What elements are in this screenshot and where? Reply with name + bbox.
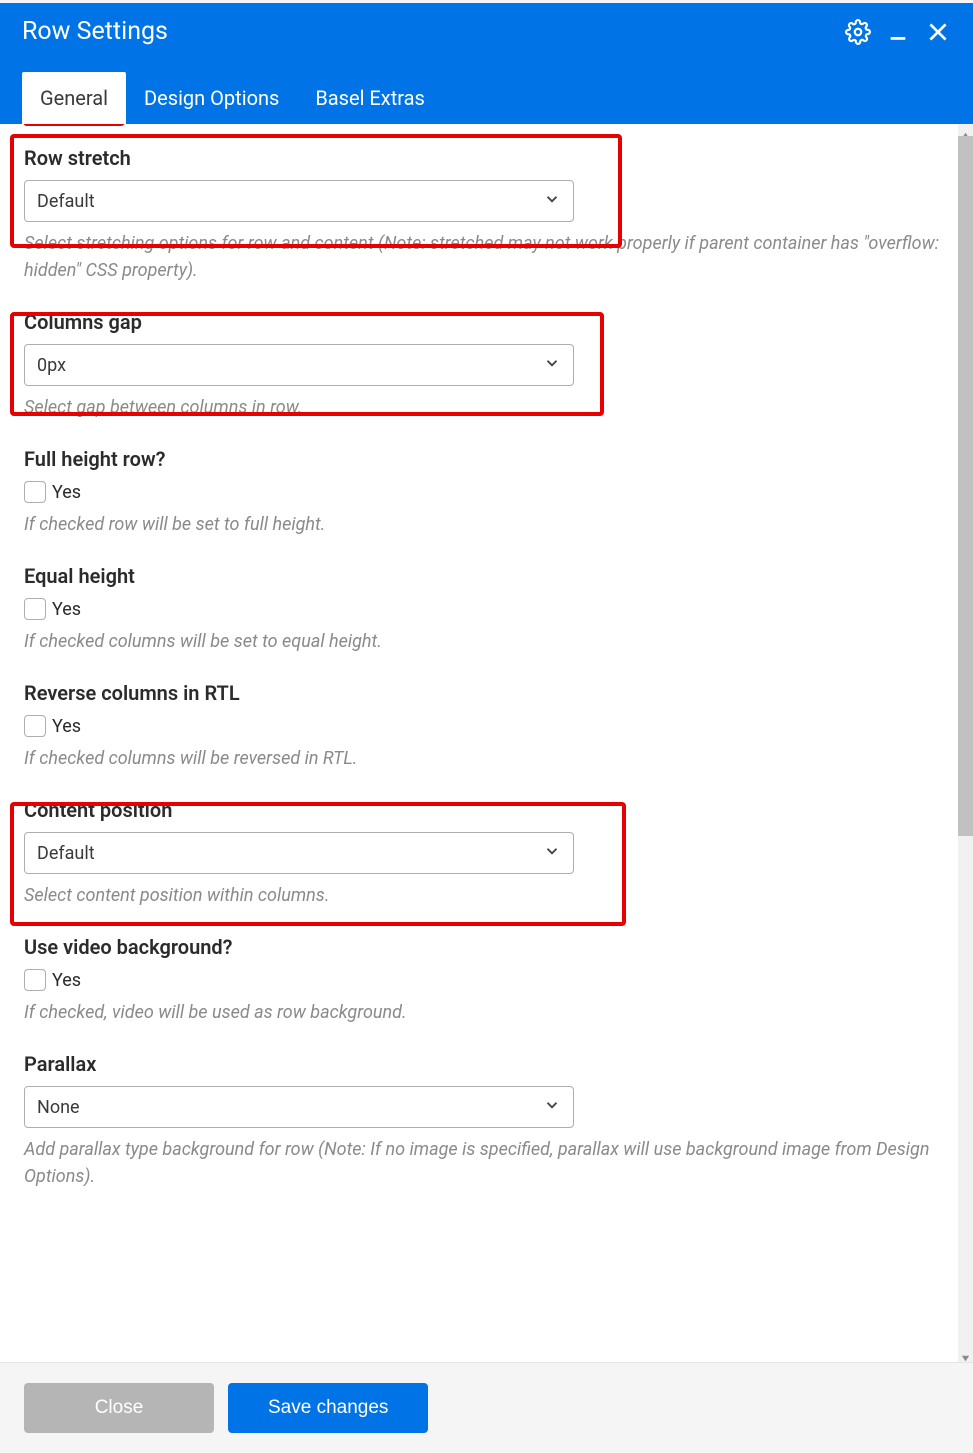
columns-gap-desc: Select gap between columns in row. [24, 394, 949, 421]
reverse-rtl-desc: If checked columns will be reversed in R… [24, 745, 949, 772]
field-video-bg: Use video background? Yes If checked, vi… [24, 935, 949, 1026]
field-reverse-rtl: Reverse columns in RTL Yes If checked co… [24, 681, 949, 772]
columns-gap-value: 0px [37, 355, 66, 376]
row-stretch-desc: Select stretching options for row and co… [24, 230, 949, 284]
field-row-stretch: Row stretch Default Select stretching op… [24, 146, 949, 284]
chevron-down-icon [543, 1096, 561, 1119]
full-height-checkbox[interactable] [24, 481, 46, 503]
chevron-down-icon [543, 354, 561, 377]
minimize-icon[interactable] [887, 21, 909, 43]
header-top: Row Settings [22, 17, 951, 72]
video-bg-desc: If checked, video will be used as row ba… [24, 999, 949, 1026]
chevron-down-icon [543, 842, 561, 865]
row-settings-modal: Row Settings General Design Options Base… [0, 3, 973, 1453]
equal-height-label: Equal height [24, 564, 949, 588]
reverse-rtl-checkbox[interactable] [24, 715, 46, 737]
close-icon[interactable] [925, 19, 951, 45]
row-stretch-value: Default [37, 191, 95, 212]
chevron-down-icon [543, 190, 561, 213]
modal-footer: Close Save changes [0, 1362, 973, 1453]
full-height-label: Full height row? [24, 447, 949, 471]
reverse-rtl-option: Yes [52, 716, 81, 737]
modal-title: Row Settings [22, 17, 168, 46]
equal-height-row: Yes [24, 598, 949, 620]
field-columns-gap: Columns gap 0px Select gap between colum… [24, 310, 949, 421]
equal-height-checkbox[interactable] [24, 598, 46, 620]
modal-header: Row Settings General Design Options Base… [0, 3, 973, 124]
video-bg-label: Use video background? [24, 935, 949, 959]
columns-gap-select[interactable]: 0px [24, 344, 574, 386]
content-position-label: Content position [24, 798, 949, 822]
reverse-rtl-label: Reverse columns in RTL [24, 681, 949, 705]
parallax-value: None [37, 1097, 80, 1118]
field-content-position: Content position Default Select content … [24, 798, 949, 909]
field-equal-height: Equal height Yes If checked columns will… [24, 564, 949, 655]
reverse-rtl-row: Yes [24, 715, 949, 737]
tab-general[interactable]: General [22, 72, 126, 124]
video-bg-option: Yes [52, 970, 81, 991]
scrollbar-track[interactable] [958, 124, 973, 1362]
tabs: General Design Options Basel Extras [22, 72, 951, 124]
scrollbar-thumb[interactable] [958, 136, 973, 836]
gear-icon[interactable] [845, 19, 871, 45]
row-stretch-label: Row stretch [24, 146, 949, 170]
parallax-label: Parallax [24, 1052, 949, 1076]
video-bg-row: Yes [24, 969, 949, 991]
header-icons [845, 19, 951, 45]
content: Row stretch Default Select stretching op… [0, 124, 973, 1246]
close-button[interactable]: Close [24, 1383, 214, 1433]
save-changes-button[interactable]: Save changes [228, 1383, 428, 1433]
full-height-desc: If checked row will be set to full heigh… [24, 511, 949, 538]
parallax-desc: Add parallax type background for row (No… [24, 1136, 949, 1190]
tab-basel-extras[interactable]: Basel Extras [297, 72, 443, 124]
row-stretch-select[interactable]: Default [24, 180, 574, 222]
equal-height-option: Yes [52, 599, 81, 620]
field-parallax: Parallax None Add parallax type backgrou… [24, 1052, 949, 1190]
content-position-value: Default [37, 843, 95, 864]
video-bg-checkbox[interactable] [24, 969, 46, 991]
field-full-height: Full height row? Yes If checked row will… [24, 447, 949, 538]
parallax-select[interactable]: None [24, 1086, 574, 1128]
content-position-desc: Select content position within columns. [24, 882, 949, 909]
scroll-area[interactable]: Row stretch Default Select stretching op… [0, 124, 973, 1362]
content-position-select[interactable]: Default [24, 832, 574, 874]
full-height-option: Yes [52, 482, 81, 503]
scroll-down-icon[interactable] [960, 1349, 971, 1360]
tab-design-options[interactable]: Design Options [126, 72, 297, 124]
columns-gap-label: Columns gap [24, 310, 949, 334]
equal-height-desc: If checked columns will be set to equal … [24, 628, 949, 655]
full-height-row: Yes [24, 481, 949, 503]
